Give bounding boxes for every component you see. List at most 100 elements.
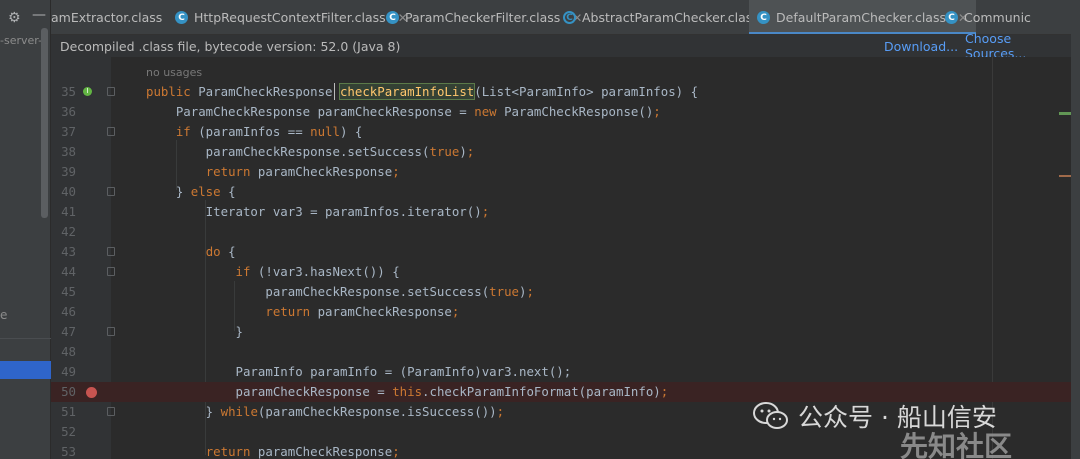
line-code: if (paramInfos == null) {	[175, 124, 363, 139]
line-number: 50	[61, 384, 76, 399]
implements-icon[interactable]: I	[83, 87, 92, 96]
project-tree-fragment[interactable]: e	[0, 308, 7, 322]
code-line[interactable]: 47 }	[51, 322, 1071, 342]
tab-param-extractor[interactable]: amExtractor.class✕	[51, 0, 184, 34]
line-number: 43	[61, 244, 76, 259]
line-code: return paramCheckResponse;	[205, 444, 400, 459]
line-code: return paramCheckResponse;	[265, 304, 460, 319]
fold-icon[interactable]	[107, 87, 115, 96]
line-number: 51	[61, 404, 76, 419]
line-code: } else {	[146, 184, 236, 199]
keyword: new	[474, 104, 497, 119]
line-code: }	[146, 324, 243, 339]
code-line[interactable]: 40 } else {	[51, 182, 1071, 202]
line-number: 48	[61, 344, 76, 359]
keyword: do	[205, 244, 221, 259]
tab-param-checker-filter[interactable]: C ParamCheckerFilter.class ✕	[386, 0, 582, 34]
code-line[interactable]: 37 if (paramInfos == null) {	[51, 122, 1071, 142]
tab-communic[interactable]: C Communic	[945, 0, 1031, 34]
keyword: else	[190, 184, 221, 199]
hide-panel-icon[interactable]: —	[32, 7, 46, 23]
keyword: true	[429, 144, 460, 159]
line-code: paramCheckResponse.setSuccess(true);	[146, 144, 475, 159]
line-code: Iterator var3 = paramInfos.iterator();	[146, 204, 490, 219]
keyword: return	[205, 164, 251, 179]
banner-message: Decompiled .class file, bytecode version…	[60, 38, 401, 54]
editor-tab-bar: amExtractor.class✕ CHttpRequestContextFi…	[51, 0, 1071, 35]
abstract-class-icon: C	[563, 11, 576, 24]
code-line[interactable]: 44 if (!var3.hasNext()) {	[51, 262, 1071, 282]
code-line[interactable]: 43 do {	[51, 242, 1071, 262]
line-number: 42	[61, 224, 76, 239]
code-line[interactable]: 36 ParamCheckResponse paramCheckResponse…	[51, 102, 1071, 122]
line-number: 35	[61, 84, 76, 99]
fold-icon[interactable]	[107, 127, 115, 136]
right-tool-strip[interactable]	[1071, 0, 1080, 459]
usages-hint[interactable]: no usages	[146, 66, 202, 79]
selected-tree-item[interactable]	[0, 361, 51, 379]
line-code: } while(paramCheckResponse.isSuccess());	[146, 404, 505, 419]
fold-icon[interactable]	[107, 407, 115, 416]
download-link[interactable]: Download...	[884, 39, 958, 54]
tab-label: HttpRequestContextFilter.class	[194, 10, 386, 25]
tab-http-request-context-filter[interactable]: C HttpRequestContextFilter.class ✕	[175, 0, 408, 34]
code-line[interactable]: 38 paramCheckResponse.setSuccess(true);	[51, 142, 1071, 162]
keyword: true	[489, 284, 519, 299]
line-number: 40	[61, 184, 76, 199]
code-line[interactable]: 45 paramCheckResponse.setSuccess(true);	[51, 282, 1071, 302]
scroll-marker[interactable]	[1059, 112, 1071, 115]
code-line[interactable]: 46 return paramCheckResponse;	[51, 302, 1071, 322]
code-line[interactable]: 35 public ParamCheckResponse checkParamIn…	[51, 82, 1071, 102]
code-line[interactable]: 42	[51, 222, 1071, 242]
scroll-marker[interactable]	[1059, 175, 1071, 177]
tab-label: DefaultParamChecker.class	[776, 10, 946, 25]
project-scrollbar[interactable]	[41, 28, 48, 218]
line-code: return paramCheckResponse;	[205, 164, 400, 179]
keyword: if	[235, 264, 251, 279]
keyword: this	[392, 384, 423, 399]
tab-default-param-checker[interactable]: C DefaultParamChecker.class ✕	[749, 0, 977, 34]
line-number: 37	[61, 124, 76, 139]
keyword: return	[265, 304, 311, 319]
code-line[interactable]: 48	[51, 342, 1071, 362]
line-number: 46	[61, 304, 76, 319]
line-number: 39	[61, 164, 76, 179]
keyword: null	[310, 124, 340, 139]
line-code: if (!var3.hasNext()) {	[235, 264, 400, 279]
fold-icon[interactable]	[107, 247, 115, 256]
project-panel: ⚙ — -server-2 e	[0, 0, 51, 459]
keyword: while	[220, 404, 258, 419]
code-line[interactable]: 41 Iterator var3 = paramInfos.iterator()…	[51, 202, 1071, 222]
keyword: return	[205, 444, 251, 459]
line-code: ParamCheckResponse paramCheckResponse = …	[146, 104, 661, 119]
fold-icon[interactable]	[107, 187, 115, 196]
line-number: 36	[61, 104, 76, 119]
tab-label: Communic	[964, 10, 1031, 25]
class-icon: C	[175, 11, 188, 24]
line-number: 49	[61, 364, 76, 379]
divider	[0, 338, 51, 339]
line-code: do {	[205, 244, 236, 259]
line-number: 44	[61, 264, 76, 279]
tab-label: amExtractor.class	[51, 10, 163, 25]
line-number: 53	[61, 444, 76, 459]
line-number: 52	[61, 424, 76, 439]
class-icon: C	[757, 11, 770, 24]
line-code: ParamInfo paramInfo = (ParamInfo)var3.ne…	[146, 364, 572, 379]
tab-label: AbstractParamChecker.class	[582, 10, 759, 25]
breakpoint-icon[interactable]	[86, 387, 97, 398]
fold-icon[interactable]	[107, 267, 115, 276]
line-number: 45	[61, 284, 76, 299]
code-line[interactable]: 39 return paramCheckResponse;	[51, 162, 1071, 182]
secondary-watermark: 先知社区	[900, 430, 1013, 459]
fold-icon[interactable]	[107, 327, 115, 336]
class-icon: C	[945, 11, 958, 24]
line-code: paramCheckResponse.setSuccess(true);	[146, 284, 534, 299]
gear-icon[interactable]: ⚙	[8, 10, 21, 26]
tab-label: ParamCheckerFilter.class	[405, 10, 561, 25]
class-icon: C	[386, 11, 399, 24]
code-line[interactable]: 49 ParamInfo paramInfo = (ParamInfo)var3…	[51, 362, 1071, 382]
method-name: checkParamInfoList	[338, 83, 476, 100]
keyword: if	[175, 124, 191, 139]
line-number: 47	[61, 324, 76, 339]
